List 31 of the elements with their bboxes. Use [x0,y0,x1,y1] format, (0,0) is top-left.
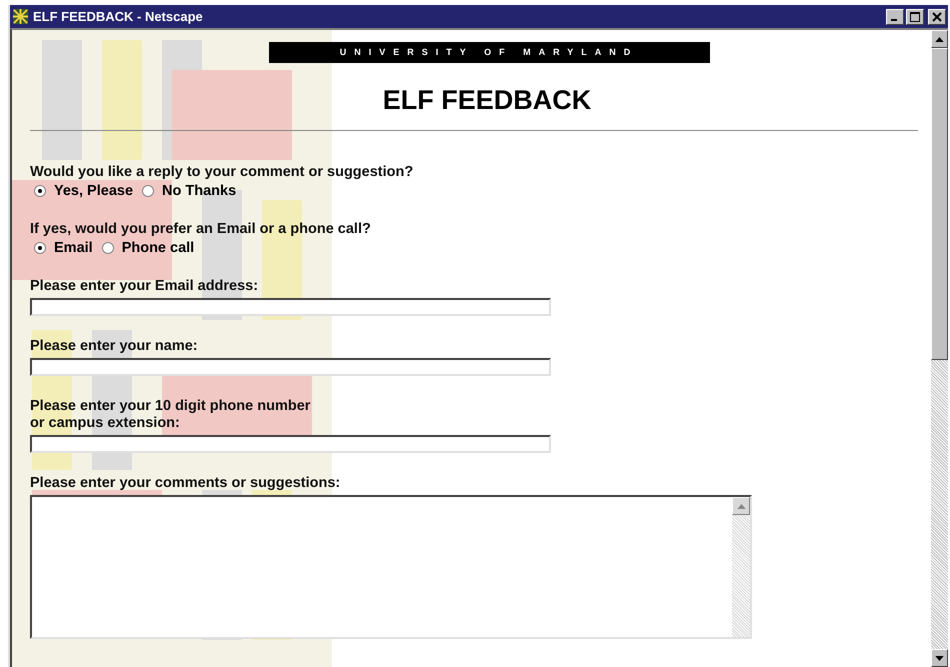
comments-field[interactable] [30,495,752,639]
minimize-icon [890,19,896,21]
text-field[interactable] [30,358,551,376]
scroll-thumb[interactable] [931,48,948,360]
text-field[interactable] [30,298,551,316]
down-arrow-icon [935,656,944,660]
maximize-button[interactable] [906,8,924,24]
question-label: If yes, would you prefer an Email or a phone call? [30,221,372,238]
field-label: Please enter your comments or suggestions: [30,475,342,492]
field-label: Please enter your 10 digit phone number or campus extension: [30,398,312,432]
field-label: Please enter your Email address: [30,278,260,295]
up-arrow-icon [935,36,944,42]
option-label: Email [54,240,93,256]
close-icon [932,12,942,22]
maximize-icon [910,12,920,22]
up-arrow-icon [736,504,746,508]
scroll-down-button[interactable] [931,649,948,667]
text-field[interactable] [30,435,551,453]
window-title: ELF FEEDBACK - Netscape [33,9,204,24]
close-button[interactable] [928,8,946,24]
option-label: No Thanks [162,183,236,199]
question-label: Would you like a reply to your comment or suggestion? [30,164,414,181]
scroll-up-button[interactable] [931,30,948,48]
app-icon [12,8,29,25]
scrollbar[interactable] [931,30,948,667]
option-label: Phone call [122,240,194,256]
minimize-button[interactable] [886,8,904,24]
page-heading: ELF FEEDBACK [382,85,592,116]
university-banner: UNIVERSITY OF MARYLAND [268,42,710,63]
field-label: Please enter your name: [30,338,199,355]
option-label: Yes, Please [54,183,134,199]
